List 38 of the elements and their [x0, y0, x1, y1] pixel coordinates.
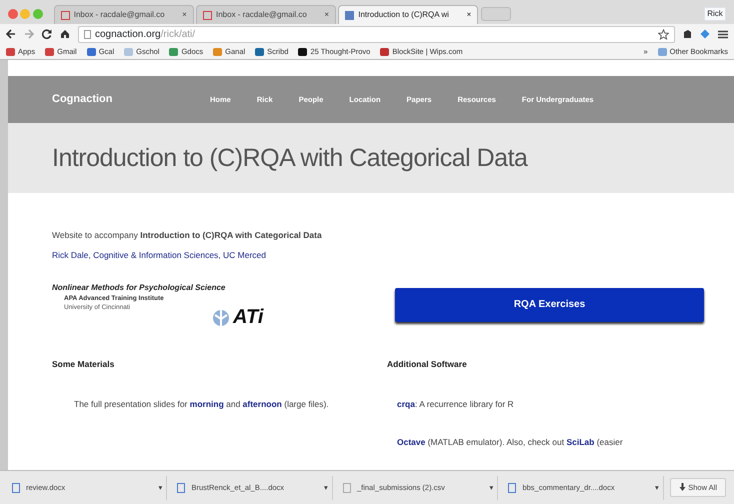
text-link[interactable]: crqa: [397, 399, 415, 410]
back-icon[interactable]: [6, 29, 16, 39]
reload-icon[interactable]: [42, 29, 52, 39]
browser-tab[interactable]: Introduction to (C)RQA wi ×: [338, 5, 478, 24]
author-link[interactable]: Rick Dale, Cognitive & Information Sciences, UC Merced: [52, 250, 266, 260]
section-heading: Additional Software: [387, 358, 468, 370]
browser-tab[interactable]: Inbox - racdale@gmail.co ×: [196, 5, 336, 24]
document-icon: [177, 482, 186, 492]
paragraph-text: Octave (MATLAB emulator). Also, check out SciLab (easier: [396, 436, 624, 450]
section-heading: Some Materials: [52, 358, 116, 370]
download-icon[interactable]: [678, 483, 686, 492]
intro-text: Website to accompany Introduction to (C)RQA with Categorical Data: [52, 229, 323, 242]
page-icon: [345, 10, 354, 20]
exercises-button[interactable]: RQA Exercises: [395, 288, 704, 322]
page-title: Introduction to (C)RQA with Categorical Data: [52, 143, 528, 173]
page-icon: [84, 30, 91, 38]
star-icon[interactable]: [658, 28, 669, 40]
address-bar[interactable]: cognaction.org/rick/ati/: [78, 26, 675, 42]
browser-tab[interactable]: Inbox - racdale@gmail.co ×: [54, 5, 194, 24]
document-icon: [508, 482, 516, 492]
text-link[interactable]: morning: [190, 399, 224, 410]
close-icon[interactable]: ×: [324, 9, 329, 21]
mail-icon: [60, 10, 70, 20]
paragraph-text: crqa: A recurrence library for R: [396, 398, 515, 412]
menu-icon[interactable]: [718, 30, 728, 38]
close-icon[interactable]: ×: [182, 9, 187, 21]
text-link[interactable]: afternoon: [242, 399, 282, 410]
text-link[interactable]: Octave: [397, 437, 426, 448]
paragraph-text: The full presentation slides for morning and afternoon (large files).: [73, 398, 330, 412]
mail-icon: [203, 10, 212, 20]
close-icon[interactable]: ×: [466, 9, 472, 21]
folder-icon: [658, 48, 667, 56]
text-link[interactable]: SciLab: [566, 437, 594, 448]
url-text: cognaction.org/rick/ati/: [95, 28, 196, 42]
home-icon[interactable]: [60, 29, 70, 39]
profile-button[interactable]: Rick: [704, 6, 726, 20]
document-icon: [12, 482, 20, 492]
file-icon: [342, 482, 351, 492]
